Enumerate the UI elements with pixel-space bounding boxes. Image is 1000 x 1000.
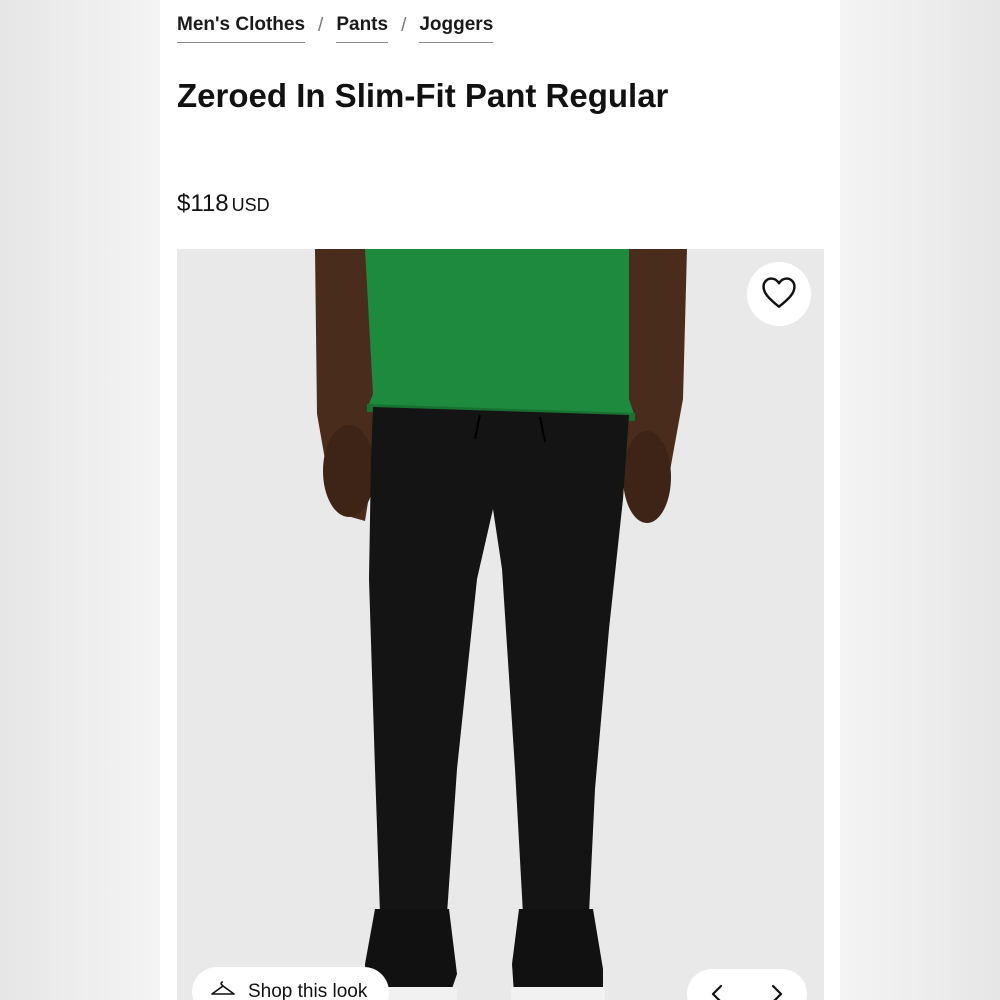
product-page: Men's Clothes / Pants / Joggers Zeroed I…: [160, 0, 840, 1000]
breadcrumb-joggers[interactable]: Joggers: [419, 14, 494, 43]
heart-icon: [760, 275, 798, 314]
breadcrumb: Men's Clothes / Pants / Joggers: [177, 14, 494, 43]
gallery-navigation: [687, 969, 807, 1000]
product-title: Zeroed In Slim-Fit Pant Regular: [177, 77, 669, 114]
product-price: $118 USD: [177, 190, 270, 218]
breadcrumb-separator: /: [401, 14, 407, 36]
shop-this-look-button[interactable]: Shop this look: [192, 967, 390, 1000]
shop-this-look-label: Shop this look: [248, 981, 368, 1000]
favorite-button[interactable]: [747, 262, 811, 326]
breadcrumb-separator: /: [318, 14, 324, 36]
hanger-icon: [210, 979, 236, 1000]
breadcrumb-pants[interactable]: Pants: [336, 14, 389, 43]
chevron-left-icon[interactable]: [702, 979, 732, 1000]
price-currency: USD: [231, 195, 270, 215]
price-amount: $118: [177, 190, 229, 217]
breadcrumb-mens-clothes[interactable]: Men's Clothes: [177, 14, 306, 43]
chevron-right-icon[interactable]: [762, 979, 792, 1000]
product-photo: [177, 249, 824, 1000]
product-image-gallery[interactable]: Shop this look: [177, 249, 824, 1000]
